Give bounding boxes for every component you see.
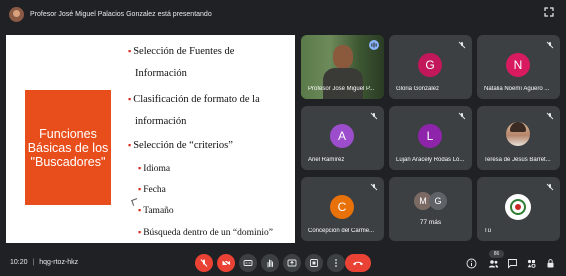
mic-off-icon <box>458 112 466 120</box>
slide-title: Funciones Básicas de los "Buscadores" <box>27 126 109 169</box>
mic-off-icon <box>546 112 554 120</box>
speaker-face <box>333 45 353 69</box>
more-icon <box>335 259 337 267</box>
bullet-item-continuation: Información <box>135 68 187 79</box>
participant-tile[interactable]: L Lujan Aracely Rodas Ló... <box>389 106 472 170</box>
camera-off-icon <box>222 259 230 267</box>
captions-icon <box>243 260 253 266</box>
participant-name: Teresa de Jesús Barret... <box>484 157 551 163</box>
bullet-item: ▪ Selección de “criterios” <box>128 140 233 151</box>
presenter-banner-text: Profesor José Miguel Palacios Gonzalez e… <box>30 10 212 18</box>
camera-toggle-button[interactable] <box>217 254 235 272</box>
people-icon[interactable] <box>488 258 499 269</box>
captions-button[interactable] <box>239 254 257 272</box>
participant-count-badge: 86 <box>489 250 504 258</box>
participant-name: Lujan Aracely Rodas Ló... <box>396 157 465 163</box>
info-icon[interactable] <box>466 258 477 269</box>
participant-tile[interactable]: G Gloria González <box>389 35 472 99</box>
presentation-slide: Funciones Básicas de los "Buscadores" ▪ S… <box>6 35 295 243</box>
hang-up-button[interactable] <box>345 254 371 272</box>
participant-avatar: L <box>418 124 442 148</box>
sub-bullet-item: ▪ Idioma <box>138 163 171 174</box>
participant-name: Tú <box>484 228 492 234</box>
speaking-indicator-icon <box>369 40 379 50</box>
mic-off-icon <box>200 259 208 267</box>
sub-bullet-item: ▪ Tamaño <box>138 205 174 216</box>
participant-tile[interactable]: A Ariel Ramírez <box>301 106 384 170</box>
participant-avatar: C <box>330 195 354 219</box>
bottom-toolbar: 10:20 | hqg-rtoz-hkz <box>0 250 566 276</box>
self-tile[interactable]: Tú <box>477 177 560 241</box>
participant-avatar: G <box>429 192 447 210</box>
participant-avatar: N <box>506 53 530 77</box>
raise-hand-button[interactable] <box>261 254 279 272</box>
mic-toggle-button[interactable] <box>195 254 213 272</box>
lock-icon[interactable] <box>545 258 556 269</box>
fullscreen-icon[interactable] <box>544 7 554 17</box>
present-icon <box>287 259 297 267</box>
activities-icon[interactable] <box>526 258 537 269</box>
speaker-tile[interactable]: Profesor José Miguel P... <box>301 35 384 99</box>
activities-toggle-button[interactable] <box>305 254 323 272</box>
self-avatar-logo <box>505 194 531 220</box>
more-participants-tile[interactable]: M G 77 más <box>389 177 472 241</box>
slide-title-box: Funciones Básicas de los "Buscadores" <box>25 90 111 205</box>
sub-bullet-item: ▪ Fecha <box>138 184 166 195</box>
mic-off-icon <box>546 183 554 191</box>
meeting-code[interactable]: hqg-rtoz-hkz <box>39 259 78 266</box>
more-options-button[interactable] <box>327 254 345 272</box>
participant-name: Profesor José Miguel P... <box>308 86 375 92</box>
mic-off-icon <box>370 112 378 120</box>
avatar-hair <box>510 122 526 132</box>
bullet-item-continuation: información <box>135 116 187 127</box>
raise-hand-icon <box>267 259 273 268</box>
bullet-item: ▪ Clasificación de formato de la <box>128 94 260 105</box>
mic-off-icon <box>458 41 466 49</box>
participant-name: Ariel Ramírez <box>308 157 345 163</box>
participant-avatar: G <box>418 53 442 77</box>
more-participants-label: 77 más <box>419 219 442 226</box>
participant-tile[interactable]: C Concepción del Carme... <box>301 177 384 241</box>
participant-name: Natalia Noemí Aguero ... <box>484 86 550 92</box>
participant-avatar: A <box>330 124 354 148</box>
participant-tile[interactable]: Teresa de Jesús Barret... <box>477 106 560 170</box>
participant-name: Gloria González <box>396 86 440 92</box>
hang-up-icon <box>353 261 363 266</box>
chat-icon[interactable] <box>507 258 518 269</box>
mic-off-icon <box>546 41 554 49</box>
presenter-bar: Profesor José Miguel Palacios Gonzalez e… <box>0 0 566 28</box>
clock-time: 10:20 <box>10 259 28 266</box>
participant-name: Concepción del Carme... <box>308 228 375 234</box>
present-button[interactable] <box>283 254 301 272</box>
present-now-icon <box>310 259 318 267</box>
presenter-avatar <box>9 6 24 22</box>
meeting-info: 10:20 | hqg-rtoz-hkz <box>10 259 79 266</box>
mic-off-icon <box>370 183 378 191</box>
sub-bullet-item: ▪ Búsqueda dentro de un “dominio” <box>138 227 274 238</box>
participant-tile[interactable]: N Natalia Noemí Aguero ... <box>477 35 560 99</box>
speaker-body <box>323 68 363 99</box>
bullet-item: ▪ Selección de Fuentes de <box>128 46 235 57</box>
